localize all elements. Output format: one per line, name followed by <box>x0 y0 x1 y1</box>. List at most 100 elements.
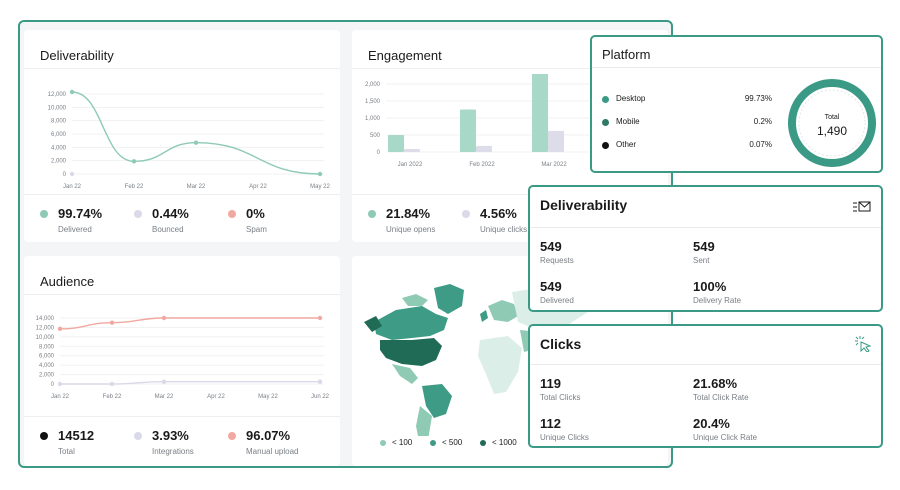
bounced-value: 0.44% <box>152 206 189 221</box>
integrations-value: 3.93% <box>152 428 189 443</box>
divider <box>24 194 340 195</box>
delivered-value: 99.74% <box>58 206 103 221</box>
map-legend-high-label: < 1000 <box>492 438 517 447</box>
map-legend-low-label: < 100 <box>392 438 413 447</box>
legend-dot-low <box>380 439 386 446</box>
mobile-value: 0.2% <box>753 117 772 126</box>
y-tick-label: 12,000 <box>36 325 55 331</box>
deliverability-title: Deliverability <box>40 48 114 63</box>
x-tick-label: Jan 22 <box>51 394 70 400</box>
y-tick-label: 10,000 <box>48 105 67 111</box>
bar <box>476 145 492 152</box>
deliverability-panel-title: Deliverability <box>540 197 628 213</box>
x-tick-label: May 22 <box>310 184 330 190</box>
data-point <box>193 140 199 145</box>
map-region-canada-north <box>402 294 428 306</box>
divider <box>530 227 881 228</box>
donut-inner-ring <box>798 89 866 157</box>
legend-dot-high <box>480 439 486 446</box>
data-point <box>317 171 323 177</box>
total-click-rate-label: Total Click Rate <box>693 393 749 402</box>
x-tick-label: Mar 22 <box>187 184 206 190</box>
platform-row-desktop: Desktop 99.73% <box>602 93 772 107</box>
y-tick-label: 2,000 <box>365 82 381 88</box>
x-tick-label: Jan 2022 <box>398 162 423 168</box>
donut-total-label: Total <box>825 114 840 121</box>
platform-donut-chart: Total 1,490 <box>788 79 876 167</box>
clicks-panel-title: Clicks <box>540 336 582 352</box>
data-point <box>57 381 63 387</box>
x-tick-label: Jun 22 <box>311 394 330 400</box>
y-tick-label: 4,000 <box>51 145 67 151</box>
bar <box>388 135 404 152</box>
platform-row-mobile: Mobile 0.2% <box>602 116 772 130</box>
y-tick-label: 0 <box>377 150 381 156</box>
map-legend-high: < 1000 <box>480 438 517 447</box>
y-tick-label: 6,000 <box>39 354 55 360</box>
cursor-click-icon <box>855 336 871 352</box>
divider <box>24 416 340 417</box>
sent-value: 549 <box>693 239 715 254</box>
map-region-canada <box>374 306 448 340</box>
spam-label: Spam <box>246 225 267 234</box>
unique-clicks-dot <box>462 210 470 218</box>
clicks-panel: Clicks 119 Total Clicks 21.68% Total Cli… <box>528 324 883 448</box>
x-tick-label: Apr 22 <box>249 184 267 190</box>
audience-line-chart: 14,000 12,000 10,000 8,000 6,000 4,000 2,000 0 J… <box>36 315 330 400</box>
y-tick-label: 4,000 <box>39 363 55 369</box>
platform-title: Platform <box>602 47 651 62</box>
unique-opens-label: Unique opens <box>386 225 436 234</box>
map-region-greenland <box>434 284 464 314</box>
y-tick-label: 2,000 <box>51 159 67 165</box>
data-point <box>69 171 75 177</box>
deliverability-card: Deliverability 12,000 10,000 8,000 6,000 4,0… <box>24 30 340 242</box>
mobile-dot <box>602 119 609 126</box>
total-label: Total <box>58 447 75 456</box>
y-tick-label: 0 <box>63 172 67 178</box>
mail-list-icon <box>853 201 871 212</box>
x-tick-label: Mar 2022 <box>541 162 567 168</box>
unique-opens-dot <box>368 210 376 218</box>
y-tick-label: 14,000 <box>36 316 55 322</box>
requests-value: 549 <box>540 239 562 254</box>
map-region-africa <box>478 336 522 394</box>
y-tick-label: 8,000 <box>39 344 55 350</box>
delivery-rate-label: Delivery Rate <box>693 296 742 305</box>
unique-clicks-count: 112 <box>540 416 561 431</box>
platform-row-other: Other 0.07% <box>602 139 772 153</box>
integrations-dot <box>134 432 142 440</box>
data-point <box>317 315 323 321</box>
unique-clicks-count-label: Unique Clicks <box>540 433 589 442</box>
mobile-label: Mobile <box>616 117 640 126</box>
spam-dot <box>228 210 236 218</box>
map-legend-mid: < 500 <box>430 438 462 447</box>
map-region-europe <box>488 300 518 322</box>
data-point <box>109 320 115 325</box>
x-tick-label: Feb 2022 <box>469 162 495 168</box>
delivered-count-label: Delivered <box>540 296 574 305</box>
bar <box>404 148 420 152</box>
audience-title: Audience <box>40 274 95 289</box>
donut-total-value: 1,490 <box>817 124 847 138</box>
x-tick-label: Jan 22 <box>63 184 82 190</box>
delivery-rate-value: 100% <box>693 279 727 294</box>
y-tick-label: 10,000 <box>36 335 55 341</box>
map-region-usa <box>380 338 442 366</box>
y-tick-label: 6,000 <box>51 132 67 138</box>
bounced-label: Bounced <box>152 225 184 234</box>
data-point <box>161 379 167 384</box>
map-region-uk <box>480 310 488 322</box>
platform-panel: Platform Desktop 99.73% Mobile 0.2% Othe… <box>590 35 883 173</box>
y-tick-label: 1,500 <box>365 99 381 105</box>
y-tick-label: 8,000 <box>51 119 67 125</box>
y-tick-label: 0 <box>51 382 55 388</box>
requests-label: Requests <box>540 256 574 265</box>
x-tick-label: Mar 22 <box>155 394 174 400</box>
divider <box>530 364 881 365</box>
bar <box>460 109 476 152</box>
desktop-label: Desktop <box>616 94 646 103</box>
data-point <box>109 381 115 387</box>
total-value: 14512 <box>58 428 95 443</box>
integrations-label: Integrations <box>152 447 194 456</box>
total-clicks-value: 119 <box>540 376 561 391</box>
